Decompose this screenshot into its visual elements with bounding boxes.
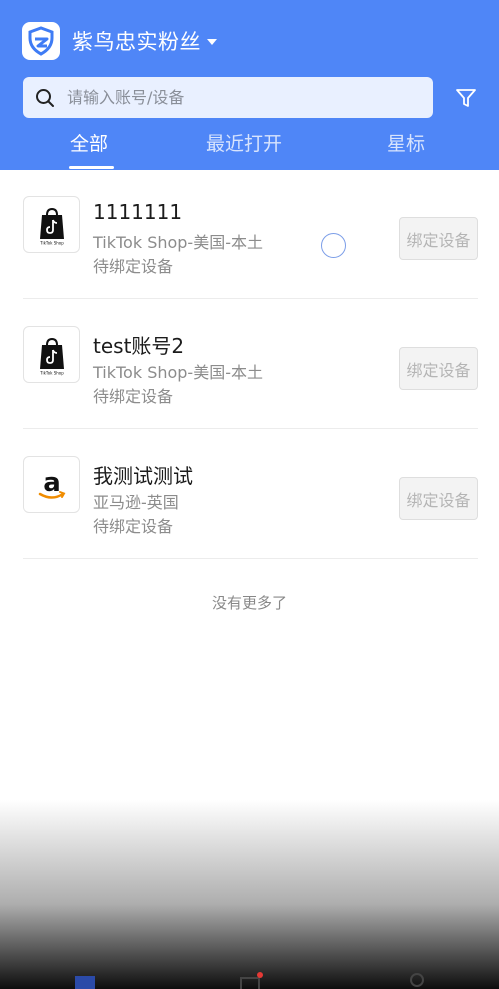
tiktok-shop-icon: TikTok Shop [23, 196, 80, 253]
filter-icon[interactable] [454, 86, 478, 110]
account-name: 我测试测试 [93, 464, 193, 488]
bind-device-button[interactable]: 绑定设备 [399, 477, 478, 520]
tab-starred[interactable]: 星标 [387, 129, 425, 156]
app-header: 紫鸟忠实粉丝 全部 最近打开 星标 [0, 0, 499, 170]
list-item[interactable]: TikTok Shop 1111111 TikTok Shop-美国-本土 待绑… [0, 170, 499, 300]
tab-bar: 全部 最近打开 星标 [0, 126, 499, 170]
account-platform: TikTok Shop-美国-本土 [93, 363, 263, 382]
account-status: 待绑定设备 [93, 257, 174, 276]
account-status: 待绑定设备 [93, 517, 174, 536]
store-icon[interactable] [72, 970, 98, 989]
loading-spinner-icon [321, 233, 346, 258]
account-platform: TikTok Shop-美国-本土 [93, 233, 263, 252]
divider [23, 428, 478, 429]
svg-text:TikTok Shop: TikTok Shop [39, 240, 64, 245]
bottom-overlay [0, 800, 499, 989]
divider [23, 298, 478, 299]
active-tab-indicator [69, 166, 114, 169]
divider [23, 558, 478, 559]
chevron-down-icon[interactable] [207, 39, 217, 45]
list-item[interactable]: TikTok Shop test账号2 TikTok Shop-美国-本土 待绑… [0, 300, 499, 430]
list-end-text: 没有更多了 [211, 594, 287, 612]
account-name: 1111111 [93, 200, 183, 224]
workspace-switcher[interactable]: 紫鸟忠实粉丝 [22, 22, 217, 60]
app-logo [22, 22, 60, 60]
account-platform: 亚马逊-英国 [93, 493, 179, 512]
list-item[interactable]: a 我测试测试 亚马逊-英国 待绑定设备 绑定设备 [0, 430, 499, 560]
tab-all[interactable]: 全部 [70, 129, 108, 156]
amazon-icon: a [23, 456, 80, 513]
shop-icon[interactable] [237, 970, 263, 989]
search-icon [35, 88, 55, 108]
svg-text:a: a [43, 468, 61, 498]
tiktok-shop-icon: TikTok Shop [23, 326, 80, 383]
search-bar[interactable] [23, 77, 433, 118]
tab-recently-opened[interactable]: 最近打开 [206, 129, 282, 156]
bind-device-button[interactable]: 绑定设备 [399, 347, 478, 390]
account-status: 待绑定设备 [93, 387, 174, 406]
bind-device-button[interactable]: 绑定设备 [399, 217, 478, 260]
app-title[interactable]: 紫鸟忠实粉丝 [72, 26, 201, 56]
profile-icon[interactable] [404, 970, 430, 989]
svg-text:TikTok Shop: TikTok Shop [39, 370, 64, 375]
account-name: test账号2 [93, 334, 185, 358]
search-input[interactable] [67, 88, 407, 107]
